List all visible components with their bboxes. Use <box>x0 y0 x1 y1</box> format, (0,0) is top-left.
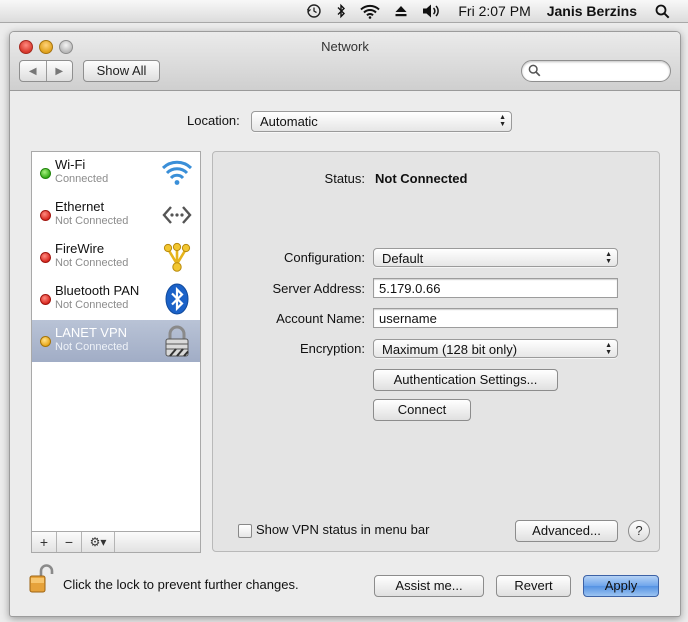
select-arrows-icon: ▲ ▼ <box>605 251 612 265</box>
menu-bar: Fri 2:07 PM Janis Berzins <box>0 0 688 23</box>
server-address-label: Server Address: <box>272 281 366 296</box>
configuration-select[interactable]: Default ▲ ▼ <box>373 248 618 267</box>
service-item-wifi[interactable]: Wi-Fi Connected <box>32 152 200 194</box>
volume-icon[interactable] <box>422 0 442 22</box>
status-label: Status: <box>324 171 365 186</box>
status-value: Not Connected <box>375 171 468 186</box>
service-name: LANET VPN <box>55 325 128 340</box>
unlocked-padlock-icon[interactable] <box>27 564 55 597</box>
service-status: Not Connected <box>55 257 129 269</box>
service-name: FireWire <box>55 241 105 256</box>
time-machine-icon[interactable] <box>306 0 322 22</box>
show-vpn-status-checkbox[interactable] <box>238 524 252 538</box>
encryption-select[interactable]: Maximum (128 bit only) ▲ ▼ <box>373 339 618 358</box>
add-service-button[interactable]: + <box>32 532 57 552</box>
vpn-lock-icon <box>161 324 193 358</box>
remove-service-button[interactable]: − <box>57 532 82 552</box>
configuration-label: Configuration: <box>284 250 365 265</box>
encryption-value: Maximum (128 bit only) <box>382 342 518 357</box>
encryption-label: Encryption: <box>299 341 365 356</box>
forward-icon[interactable]: ▶ <box>47 61 73 81</box>
menubar-clock[interactable]: Fri 2:07 PM <box>458 0 530 22</box>
help-button[interactable]: ? <box>628 520 650 542</box>
service-name: Ethernet <box>55 199 105 214</box>
status-indicator-red <box>40 252 51 263</box>
status-indicator-red <box>40 294 51 305</box>
wifi-signal-icon <box>161 156 193 190</box>
bluetooth-icon[interactable] <box>336 0 346 22</box>
apply-button[interactable]: Apply <box>583 575 659 597</box>
show-vpn-status-label: Show VPN status in menu bar <box>256 522 430 537</box>
lock-hint-text: Click the lock to prevent further change… <box>63 577 299 592</box>
eject-icon[interactable] <box>394 0 408 22</box>
window-titlebar: Network ◀ ▶ Show All <box>10 32 680 91</box>
menubar-user[interactable]: Janis Berzins <box>547 0 637 22</box>
service-item-ethernet[interactable]: Ethernet Not Connected <box>32 194 200 236</box>
select-arrows-icon: ▲ ▼ <box>605 342 612 356</box>
service-name: Wi-Fi <box>55 157 86 172</box>
service-item-bluetooth-pan[interactable]: Bluetooth PAN Not Connected <box>32 278 200 320</box>
vpn-detail-panel: Status: Not Connected Configuration: Def… <box>212 151 660 552</box>
assist-me-button[interactable]: Assist me... <box>374 575 484 597</box>
location-select[interactable]: Automatic ▲ ▼ <box>251 111 512 132</box>
location-value: Automatic <box>260 114 318 129</box>
account-name-input[interactable]: username <box>373 308 618 328</box>
service-status: Not Connected <box>55 341 129 353</box>
service-status: Not Connected <box>55 215 129 227</box>
ethernet-icon <box>161 198 193 232</box>
window-title: Network <box>321 39 369 54</box>
spotlight-search-icon[interactable] <box>655 0 670 22</box>
bluetooth-badge-icon <box>161 282 193 316</box>
account-name-label: Account Name: <box>276 311 365 326</box>
service-list: Wi-Fi Connected Ethernet Not Connected F… <box>31 151 201 535</box>
authentication-settings-button[interactable]: Authentication Settings... <box>373 369 558 391</box>
server-address-input[interactable]: 5.179.0.66 <box>373 278 618 298</box>
back-icon[interactable]: ◀ <box>20 61 47 81</box>
service-status: Not Connected <box>55 299 129 311</box>
gear-menu-button[interactable]: ⚙▾ <box>82 532 115 552</box>
show-all-button[interactable]: Show All <box>83 60 160 82</box>
configuration-value: Default <box>382 251 424 266</box>
advanced-button[interactable]: Advanced... <box>515 520 618 542</box>
preferences-search-input[interactable] <box>521 60 671 82</box>
service-item-lanet-vpn[interactable]: LANET VPN Not Connected <box>32 320 200 362</box>
status-indicator-red <box>40 210 51 221</box>
connect-button[interactable]: Connect <box>373 399 471 421</box>
service-name: Bluetooth PAN <box>55 283 140 298</box>
select-arrows-icon: ▲ ▼ <box>499 114 506 128</box>
network-window: Network ◀ ▶ Show All Location: Automatic… <box>9 31 681 617</box>
service-list-toolbar: + − ⚙▾ <box>31 531 201 553</box>
wifi-icon[interactable] <box>360 0 381 22</box>
status-indicator-green <box>40 168 51 179</box>
back-forward-control: ◀ ▶ <box>19 60 73 82</box>
status-indicator-yellow <box>40 336 51 347</box>
revert-button[interactable]: Revert <box>496 575 571 597</box>
search-icon <box>528 64 541 80</box>
service-item-firewire[interactable]: FireWire Not Connected <box>32 236 200 278</box>
firewire-icon <box>161 240 193 274</box>
location-label: Location: <box>187 113 240 128</box>
service-status: Connected <box>55 173 109 185</box>
